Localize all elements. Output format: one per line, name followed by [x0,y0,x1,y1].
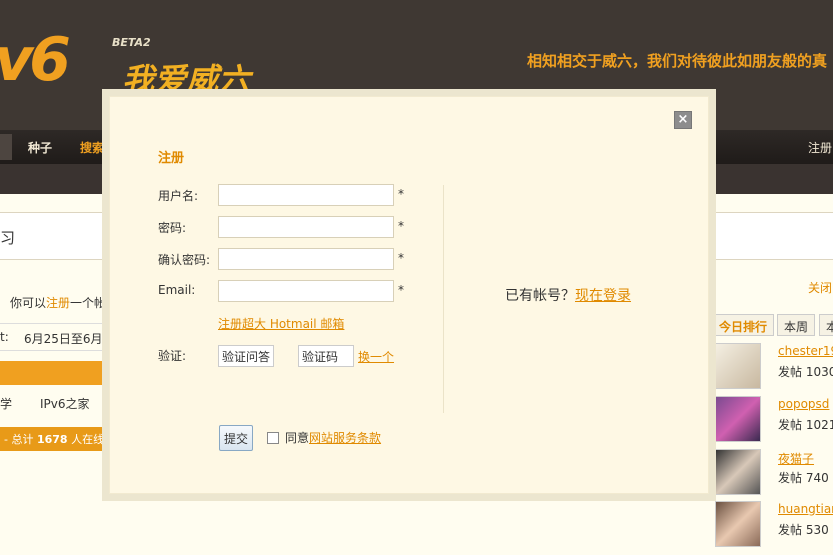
required-star: * [398,187,404,201]
tip-register-link[interactable]: 注册 [46,296,70,310]
rank-posts: 发帖 1021 [778,418,833,432]
rank-name[interactable]: huangtian [778,502,833,516]
avatar[interactable] [715,343,761,389]
rank-name[interactable]: chester19 [778,344,833,358]
rank-posts: 发帖 530 [778,523,829,537]
avatar[interactable] [715,396,761,442]
nav-item-torrents[interactable]: 种子 [28,139,52,156]
rank-posts: 发帖 1030 [778,365,833,379]
dialog-title: 注册 [158,151,185,166]
logo[interactable]: v6 [0,30,71,90]
slogan: 相知相交于威六，我们对待彼此如朋友般的真 [527,52,828,70]
verify-code-input[interactable]: 验证码 [298,345,354,367]
bg-link-ipv6-home[interactable]: IPv6之家 [40,395,90,412]
required-star: * [398,283,404,297]
rank-name[interactable]: 夜猫子 [778,450,814,467]
sidebar-close-link[interactable]: 关闭 [808,279,832,296]
nav-active-tab[interactable] [0,134,12,160]
password-label: 密码: [158,221,187,235]
bg-link-study[interactable]: 学 [0,395,12,412]
nav-item-search[interactable]: 搜索 [80,139,104,156]
agree-text: 同意网站服务条款 [285,431,382,445]
avatar[interactable] [715,449,761,495]
dialog-divider [443,185,444,413]
email-input[interactable] [218,280,394,302]
refresh-captcha-link[interactable]: 换一个 [358,348,394,365]
username-input[interactable] [218,184,394,206]
submit-button[interactable]: 提交 [219,425,253,451]
agree-checkbox[interactable] [267,432,279,444]
required-star: * [398,251,404,265]
online-count: - 总计 1678 人在线 [4,433,105,446]
beta-badge: BETA2 [112,36,151,49]
close-icon[interactable]: × [674,111,692,129]
tab-today[interactable]: 今日排行 [712,314,775,336]
date-range: 6月25日至6月: [24,332,107,346]
nav-register[interactable]: 注册 [808,139,832,156]
login-link[interactable]: 现在登录 [575,288,631,304]
strip-text: 习 [0,229,16,247]
verify-label: 验证: [158,349,187,363]
email-label: Email: [158,283,196,297]
required-star: * [398,219,404,233]
confirm-password-label: 确认密码: [158,253,211,267]
hotmail-link[interactable]: 注册超大 Hotmail 邮箱 [218,315,344,332]
rank-posts: 发帖 740 [778,471,829,485]
username-label: 用户名: [158,189,199,203]
terms-link[interactable]: 网站服务条款 [309,431,381,445]
date-prefix: t: [0,330,9,344]
tab-other[interactable]: 本 [819,314,833,336]
orange-bar [0,361,110,385]
password-input[interactable] [218,216,394,238]
have-account-text: 已有帐号？现在登录 [505,288,631,304]
confirm-password-input[interactable] [218,248,394,270]
verify-question-input[interactable]: 验证问答 [218,345,274,367]
register-tip: 你可以注册一个帐 [10,296,107,310]
tab-week[interactable]: 本周 [777,314,816,336]
rank-name[interactable]: popopsd [778,397,829,411]
avatar[interactable] [715,501,761,547]
